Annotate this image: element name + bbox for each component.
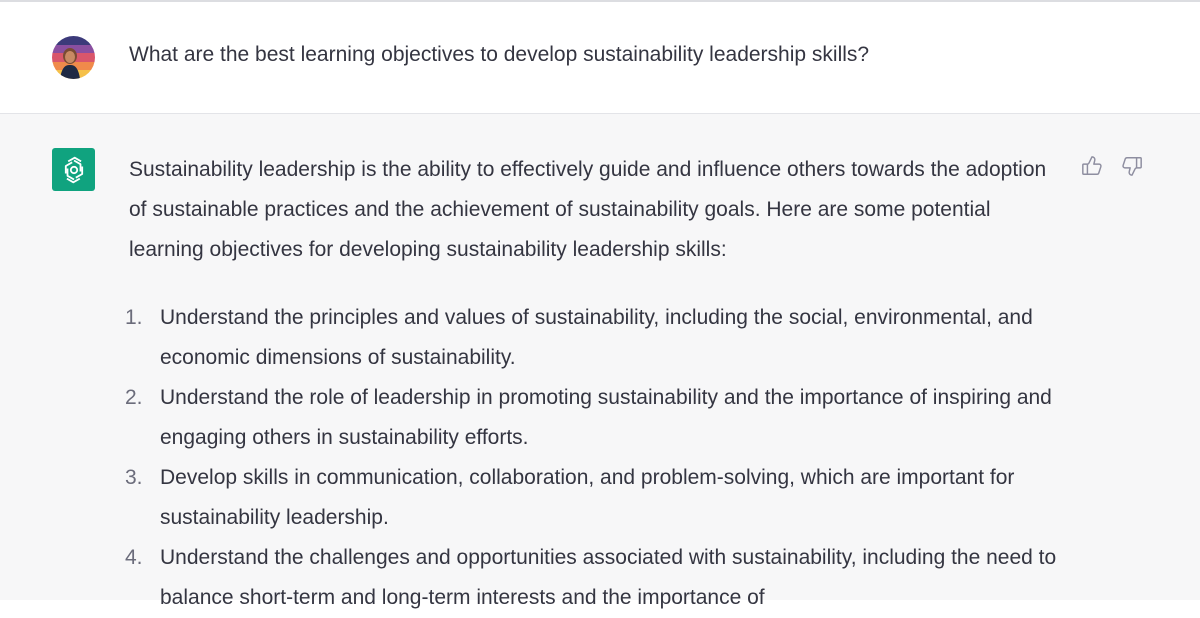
list-item-text: Develop skills in communication, collabo… bbox=[160, 466, 1015, 529]
list-item-text: Understand the principles and values of … bbox=[160, 306, 1033, 369]
thumbs-up-icon bbox=[1082, 156, 1102, 175]
list-item: 2. Understand the role of leadership in … bbox=[125, 378, 1069, 458]
list-item-number: 3. bbox=[125, 466, 143, 489]
list-item-text: Understand the role of leadership in pro… bbox=[160, 386, 1052, 449]
list-item-number: 2. bbox=[125, 386, 143, 409]
assistant-message-row: Sustainability leadership is the ability… bbox=[0, 114, 1200, 609]
openai-logo-icon bbox=[52, 148, 95, 191]
objectives-list: 1. Understand the principles and values … bbox=[125, 298, 1069, 618]
assistant-answer: Sustainability leadership is the ability… bbox=[125, 150, 1069, 618]
list-item: 4. Understand the challenges and opportu… bbox=[125, 538, 1069, 618]
list-item: 3. Develop skills in communication, coll… bbox=[125, 458, 1069, 538]
answer-intro: Sustainability leadership is the ability… bbox=[129, 158, 1047, 261]
user-message-row: What are the best learning objectives to… bbox=[0, 2, 1200, 114]
thumbs-down-icon bbox=[1122, 157, 1142, 176]
list-item: 1. Understand the principles and values … bbox=[125, 298, 1069, 378]
list-item-number: 4. bbox=[125, 546, 143, 569]
thumbs-up-button[interactable] bbox=[1080, 154, 1104, 178]
user-avatar bbox=[52, 36, 95, 79]
user-question: What are the best learning objectives to… bbox=[129, 43, 870, 66]
list-item-number: 1. bbox=[125, 306, 143, 329]
thumbs-down-button[interactable] bbox=[1120, 154, 1144, 178]
